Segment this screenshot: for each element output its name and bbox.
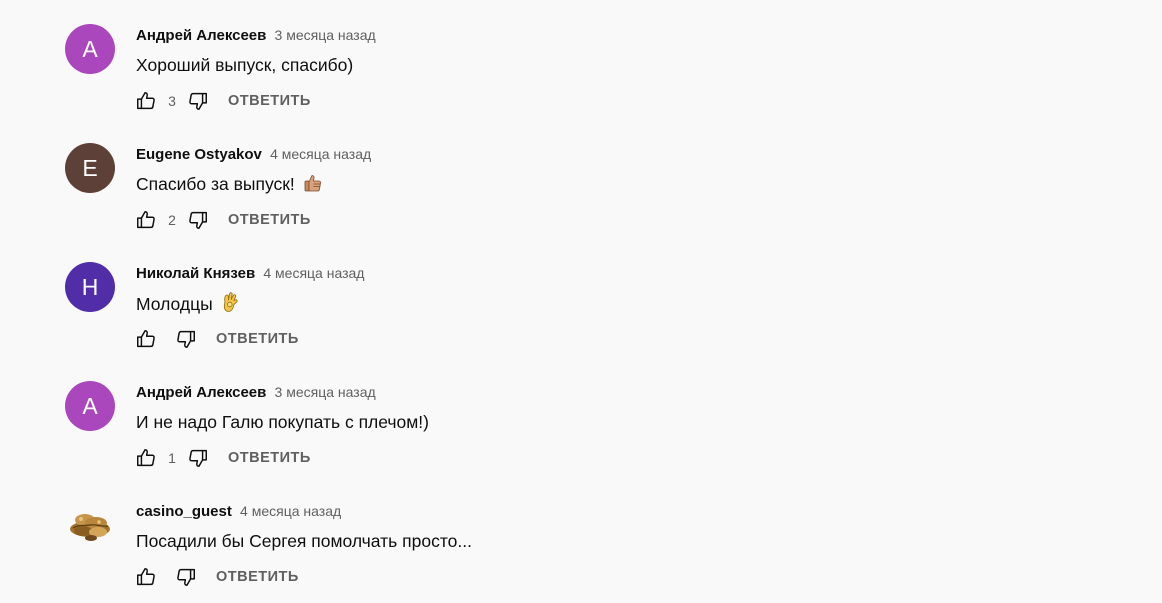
comment-actions: ОТВЕТИТЬ [134,565,299,589]
comment-header: Андрей Алексеев 3 месяца назад [136,382,376,403]
comment-author[interactable]: casino_guest [136,503,232,520]
comment-author[interactable]: Eugene Ostyakov [136,146,262,163]
avatar[interactable]: А [65,381,115,431]
thumb-down-outline-icon [189,92,207,110]
reply-button[interactable]: ОТВЕТИТЬ [228,93,311,109]
like-button[interactable] [134,89,158,113]
thumb-up-outline-icon [137,568,155,586]
avatar[interactable]: А [65,24,115,74]
comment-thread: E Eugene Ostyakov 4 месяца назад Спасибо… [0,119,1162,238]
thumb-up-outline-icon [137,211,155,229]
comment-text: И не надо Галю покупать с плечом!) [136,410,429,434]
comment-thread: Н Николай Князев 4 месяца назад Молодцы [0,238,1162,357]
thumb-down-outline-icon [177,568,195,586]
avatar[interactable] [65,500,115,550]
dislike-button[interactable] [186,89,210,113]
avatar-letter: E [82,155,98,181]
comment-author[interactable]: Николай Князев [136,265,255,282]
comment-header: Андрей Алексеев 3 месяца назад [136,25,376,46]
thumb-up-outline-icon [137,92,155,110]
comment-actions: 1 ОТВЕТИТЬ [134,446,311,470]
comment-header: Eugene Ostyakov 4 месяца назад [136,144,371,165]
avatar-image [65,500,115,550]
like-count: 1 [168,450,176,466]
avatar[interactable]: Н [65,262,115,312]
thumb-down-outline-icon [177,330,195,348]
dislike-button[interactable] [186,446,210,470]
comment-text-content: Посадили бы Сергея помолчать просто... [136,531,472,551]
comment-header: Николай Князев 4 месяца назад [136,263,364,284]
comment-author[interactable]: Андрей Алексеев [136,27,266,44]
like-button[interactable] [134,565,158,589]
thumb-down-outline-icon [189,211,207,229]
comment-header: casino_guest 4 месяца назад [136,501,341,522]
like-count: 2 [168,212,176,228]
comment-text: Посадили бы Сергея помолчать просто... [136,529,472,553]
comment-text: Спасибо за выпуск! [136,172,323,199]
thumbs-up-emoji [303,173,323,199]
reply-button[interactable]: ОТВЕТИТЬ [216,569,299,585]
reply-button[interactable]: ОТВЕТИТЬ [228,212,311,228]
like-count: 3 [168,93,176,109]
comment-time[interactable]: 4 месяца назад [263,265,364,281]
comment-actions: 3 ОТВЕТИТЬ [134,89,311,113]
avatar-letter: А [82,36,98,62]
comment-thread: А Андрей Алексеев 3 месяца назад И не на… [0,357,1162,476]
comment-time[interactable]: 3 месяца назад [275,384,376,400]
like-button[interactable] [134,446,158,470]
dislike-button[interactable] [174,327,198,351]
thumb-down-outline-icon [189,449,207,467]
dislike-button[interactable] [174,565,198,589]
comment-author[interactable]: Андрей Алексеев [136,384,266,401]
thumb-up-outline-icon [137,449,155,467]
comment-actions: 2 ОТВЕТИТЬ [134,208,311,232]
comment-actions: ОТВЕТИТЬ [134,327,299,351]
ok-hand-emoji [221,291,239,319]
like-button[interactable] [134,327,158,351]
avatar-letter: Н [81,274,99,300]
comment-time[interactable]: 4 месяца назад [240,503,341,519]
comment-text-content: И не надо Галю покупать с плечом!) [136,412,429,432]
comment-thread: А Андрей Алексеев 3 месяца назад Хороший… [0,0,1162,119]
reply-button[interactable]: ОТВЕТИТЬ [216,331,299,347]
reply-button[interactable]: ОТВЕТИТЬ [228,450,311,466]
avatar-letter: А [82,393,98,419]
avatar[interactable]: E [65,143,115,193]
comment-text-content: Молодцы [136,294,213,314]
dislike-button[interactable] [186,208,210,232]
comment-time[interactable]: 3 месяца назад [275,27,376,43]
comment-thread: casino_guest 4 месяца назад Посадили бы … [0,476,1162,595]
comment-text-content: Спасибо за выпуск! [136,174,295,194]
like-button[interactable] [134,208,158,232]
comment-text-content: Хороший выпуск, спасибо) [136,55,354,75]
thumb-up-outline-icon [137,330,155,348]
comment-text: Молодцы [136,291,239,319]
comments-section: А Андрей Алексеев 3 месяца назад Хороший… [0,0,1162,603]
comment-text: Хороший выпуск, спасибо) [136,53,353,77]
comment-time[interactable]: 4 месяца назад [270,146,371,162]
